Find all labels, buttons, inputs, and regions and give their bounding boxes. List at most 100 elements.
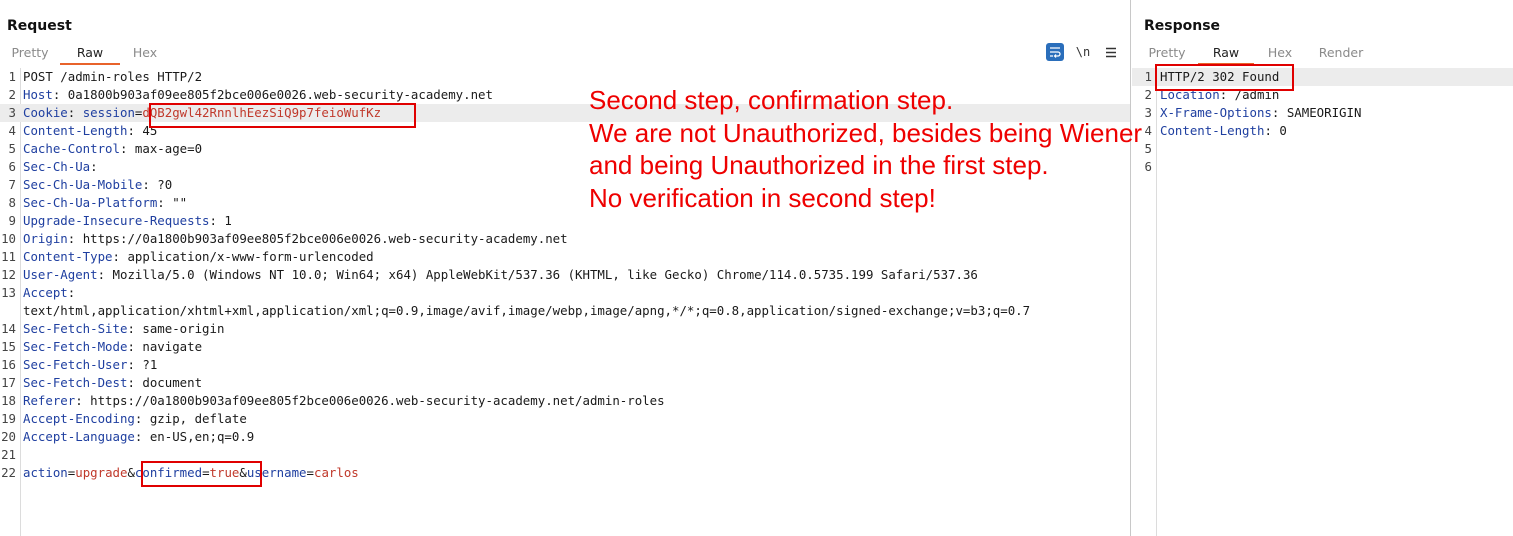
header-value: 45 bbox=[142, 123, 158, 138]
line-number: 14 bbox=[1, 321, 16, 336]
show-newlines-button[interactable]: \n bbox=[1074, 43, 1092, 61]
header-value: en-US,en;q=0.9 bbox=[149, 429, 255, 444]
header-value: ?1 bbox=[142, 357, 158, 372]
line-number: 9 bbox=[8, 213, 16, 228]
code-line: 1 HTTP/2 302 Found bbox=[1132, 68, 1513, 86]
header-name: Sec-Fetch-Site bbox=[23, 321, 128, 336]
header-separator: : bbox=[67, 285, 76, 300]
header-name: Accept bbox=[23, 285, 68, 300]
header-name: Sec-Ch-Ua-Platform bbox=[23, 195, 158, 210]
header-name: Sec-Fetch-Dest bbox=[23, 375, 128, 390]
word-wrap-icon[interactable] bbox=[1046, 43, 1064, 61]
line-number: 18 bbox=[1, 393, 16, 408]
header-separator: : bbox=[142, 177, 158, 192]
header-separator: : bbox=[127, 357, 143, 372]
tab-hex[interactable]: Hex bbox=[1254, 45, 1306, 65]
code-line: 20 Accept-Language: en-US,en;q=0.9 bbox=[0, 428, 1130, 446]
header-value: SAMEORIGIN bbox=[1286, 105, 1362, 120]
header-name: Sec-Fetch-User bbox=[23, 357, 128, 372]
line-number: 20 bbox=[1, 429, 16, 444]
tab-pretty[interactable]: Pretty bbox=[1136, 45, 1198, 65]
header-name: Host bbox=[23, 87, 53, 102]
code-line: 14 Sec-Fetch-Site: same-origin bbox=[0, 320, 1130, 338]
line-content: Content-Length: 0 bbox=[1160, 122, 1287, 140]
header-name: Sec-Ch-Ua bbox=[23, 159, 91, 174]
request-title: Request bbox=[7, 18, 72, 34]
header-name: Content-Length bbox=[23, 123, 128, 138]
line-content: Accept-Encoding: gzip, deflate bbox=[23, 410, 247, 428]
header-separator: : bbox=[127, 339, 143, 354]
line-content: Sec-Fetch-Mode: navigate bbox=[23, 338, 202, 356]
header-value: https://0a1800b903af09ee805f2bce006e0026… bbox=[90, 393, 665, 408]
line-content: Origin: https://0a1800b903af09ee805f2bce… bbox=[23, 230, 568, 248]
line-content: POST /admin-roles HTTP/2 bbox=[23, 68, 202, 86]
tab-raw[interactable]: Raw bbox=[1198, 45, 1254, 65]
line-number: 10 bbox=[1, 231, 16, 246]
header-name: Content-Type bbox=[23, 249, 113, 264]
line-number: 17 bbox=[1, 375, 16, 390]
response-title: Response bbox=[1144, 18, 1221, 34]
annotation-line: and being Unauthorized in the first step… bbox=[589, 150, 1049, 180]
header-separator: : bbox=[157, 195, 173, 210]
line-content: Cookie: session=dQB2gwl42RnnlhEezSiQ9p7f… bbox=[23, 104, 381, 122]
tab-pretty[interactable]: Pretty bbox=[0, 45, 60, 65]
code-line: 21 bbox=[0, 446, 1130, 464]
cookie-value: dQB2gwl42RnnlhEezSiQ9p7feioWufKz bbox=[142, 105, 382, 120]
param-name: confirmed bbox=[134, 465, 203, 480]
header-separator: : bbox=[1219, 87, 1235, 102]
response-view-tabs: Pretty Raw Hex Render bbox=[1136, 45, 1376, 65]
header-name: Cache-Control bbox=[23, 141, 120, 156]
header-separator: : bbox=[134, 429, 150, 444]
header-name: Referer bbox=[23, 393, 76, 408]
header-value: 0 bbox=[1279, 123, 1287, 138]
annotation-line: No verification in second step! bbox=[589, 182, 936, 213]
param-name: action bbox=[23, 465, 68, 480]
tab-render[interactable]: Render bbox=[1306, 45, 1376, 65]
line-content: Sec-Ch-Ua: bbox=[23, 158, 98, 176]
tab-raw[interactable]: Raw bbox=[60, 45, 120, 65]
request-pane: Request Pretty Raw Hex \n 1 POST /admin-r… bbox=[0, 0, 1131, 536]
code-line: 22 action=upgrade&confirmed=true&username… bbox=[0, 464, 1130, 482]
code-line: 17 Sec-Fetch-Dest: document bbox=[0, 374, 1130, 392]
header-name: User-Agent bbox=[23, 267, 98, 282]
line-content: text/html,application/xhtml+xml,applicat… bbox=[23, 302, 1030, 320]
line-number: 21 bbox=[1, 447, 16, 462]
line-number: 3 bbox=[8, 105, 16, 120]
raw-text: POST /admin-roles HTTP/2 bbox=[23, 69, 203, 84]
header-value: Mozilla/5.0 (Windows NT 10.0; Win64; x64… bbox=[112, 267, 978, 282]
code-line: 2 Location: /admin bbox=[1132, 86, 1513, 104]
header-name: Content-Length bbox=[1160, 123, 1265, 138]
hamburger-menu-icon[interactable] bbox=[1102, 43, 1120, 61]
param-value: carlos bbox=[314, 465, 359, 480]
header-separator: : bbox=[67, 231, 83, 246]
header-value: /admin bbox=[1234, 87, 1280, 102]
line-content: Content-Length: 45 bbox=[23, 122, 157, 140]
red-annotation: Second step, confirmation step. We are n… bbox=[589, 84, 1159, 214]
header-name: Accept-Encoding bbox=[23, 411, 135, 426]
cookie-name: session bbox=[82, 105, 135, 120]
param-equals: = bbox=[202, 465, 210, 480]
header-separator: : bbox=[127, 375, 143, 390]
header-separator: : bbox=[52, 87, 68, 102]
code-line: 9 Upgrade-Insecure-Requests: 1 bbox=[0, 212, 1130, 230]
param-delimiter: & bbox=[239, 465, 247, 480]
line-content: Referer: https://0a1800b903af09ee805f2bc… bbox=[23, 392, 665, 410]
line-content: Accept: bbox=[23, 284, 75, 302]
line-content: Cache-Control: max-age=0 bbox=[23, 140, 202, 158]
param-name: username bbox=[246, 465, 307, 480]
line-content: Sec-Ch-Ua-Mobile: ?0 bbox=[23, 176, 172, 194]
param-equals: = bbox=[306, 465, 314, 480]
tab-hex[interactable]: Hex bbox=[120, 45, 170, 65]
response-editor[interactable]: 1 HTTP/2 302 Found 2 Location: /admin 3 X-Fra… bbox=[1132, 68, 1513, 536]
header-value: 1 bbox=[224, 213, 232, 228]
line-number: 6 bbox=[8, 159, 16, 174]
line-content: Location: /admin bbox=[1160, 86, 1279, 104]
code-line: 12 User-Agent: Mozilla/5.0 (Windows NT 10… bbox=[0, 266, 1130, 284]
line-content: Upgrade-Insecure-Requests: 1 bbox=[23, 212, 232, 230]
raw-text: HTTP/2 302 Found bbox=[1160, 69, 1280, 84]
code-line: 16 Sec-Fetch-User: ?1 bbox=[0, 356, 1130, 374]
line-number: 5 bbox=[8, 141, 16, 156]
code-line: 5 bbox=[1132, 140, 1513, 158]
line-number: 2 bbox=[8, 87, 16, 102]
header-separator: : bbox=[75, 393, 91, 408]
